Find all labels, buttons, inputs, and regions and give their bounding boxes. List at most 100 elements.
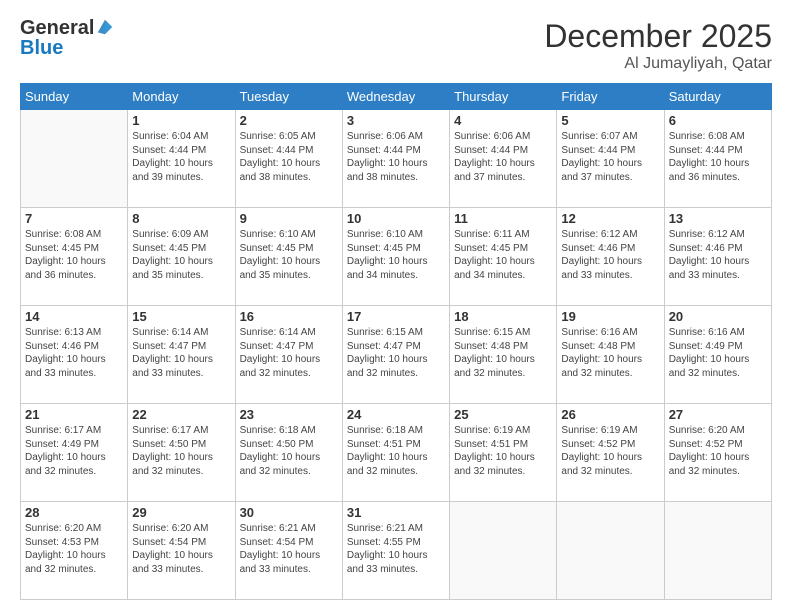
calendar-cell: 16 Sunrise: 6:14 AM Sunset: 4:47 PM Dayli… [235, 306, 342, 404]
day-info: Sunrise: 6:20 AM Sunset: 4:53 PM Dayligh… [25, 522, 123, 576]
day-number: 9 [240, 211, 338, 226]
day-info: Sunrise: 6:15 AM Sunset: 4:48 PM Dayligh… [454, 326, 552, 380]
day-number: 26 [561, 407, 659, 422]
day-number: 31 [347, 505, 445, 520]
day-number: 8 [132, 211, 230, 226]
calendar-cell: 14Sunrise: 6:13 AM Sunset: 4:46 PM Dayli… [21, 306, 128, 404]
day-info: Sunrise: 6:09 AM Sunset: 4:45 PM Dayligh… [132, 228, 230, 282]
weekday-header-row: SundayMondayTuesdayWednesdayThursdayFrid… [21, 84, 772, 110]
day-number: 12 [561, 211, 659, 226]
day-number: 20 [669, 309, 767, 324]
day-number: 15 [132, 309, 230, 324]
day-info: Sunrise: 6:21 AM Sunset: 4:55 PM Dayligh… [347, 522, 445, 576]
calendar-cell: 24Sunrise: 6:18 AM Sunset: 4:51 PM Dayli… [342, 404, 449, 502]
day-number: 28 [25, 505, 123, 520]
calendar-cell: 15 Sunrise: 6:14 AM Sunset: 4:47 PM Dayli… [128, 306, 235, 404]
day-number: 2 [240, 113, 338, 128]
day-info: Sunrise: 6:17 AM Sunset: 4:49 PM Dayligh… [25, 424, 123, 478]
calendar-cell: 6Sunrise: 6:08 AM Sunset: 4:44 PM Daylig… [664, 110, 771, 208]
day-number: 25 [454, 407, 552, 422]
logo-general: General [20, 18, 94, 38]
day-number: 3 [347, 113, 445, 128]
day-number: 30 [240, 505, 338, 520]
weekday-header-friday: Friday [557, 84, 664, 110]
day-number: 24 [347, 407, 445, 422]
day-number: 27 [669, 407, 767, 422]
calendar-cell: 20Sunrise: 6:16 AM Sunset: 4:49 PM Dayli… [664, 306, 771, 404]
page: General Blue December 2025 Al Jumayliyah… [0, 0, 792, 612]
header: General Blue December 2025 Al Jumayliyah… [20, 18, 772, 73]
day-info: Sunrise: 6:07 AM Sunset: 4:44 PM Dayligh… [561, 130, 659, 184]
day-info: Sunrise: 6:16 AM Sunset: 4:48 PM Dayligh… [561, 326, 659, 380]
day-info: Sunrise: 6:19 AM Sunset: 4:52 PM Dayligh… [561, 424, 659, 478]
day-info: Sunrise: 6:10 AM Sunset: 4:45 PM Dayligh… [347, 228, 445, 282]
day-info: Sunrise: 6:15 AM Sunset: 4:47 PM Dayligh… [347, 326, 445, 380]
calendar-cell: 21 Sunrise: 6:17 AM Sunset: 4:49 PM Dayli… [21, 404, 128, 502]
day-info: Sunrise: 6:11 AM Sunset: 4:45 PM Dayligh… [454, 228, 552, 282]
day-number: 5 [561, 113, 659, 128]
day-number: 4 [454, 113, 552, 128]
day-info: Sunrise: 6:06 AM Sunset: 4:44 PM Dayligh… [347, 130, 445, 184]
day-number: 17 [347, 309, 445, 324]
day-number: 6 [669, 113, 767, 128]
day-number: 18 [454, 309, 552, 324]
calendar-week-2: 7Sunrise: 6:08 AM Sunset: 4:45 PM Daylig… [21, 208, 772, 306]
day-info: Sunrise: 6:18 AM Sunset: 4:50 PM Dayligh… [240, 424, 338, 478]
day-info: Sunrise: 6:14 AM Sunset: 4:47 PM Dayligh… [132, 326, 230, 380]
calendar-table: SundayMondayTuesdayWednesdayThursdayFrid… [20, 83, 772, 600]
title-area: December 2025 Al Jumayliyah, Qatar [544, 18, 772, 73]
day-number: 22 [132, 407, 230, 422]
calendar-cell: 22 Sunrise: 6:17 AM Sunset: 4:50 PM Dayli… [128, 404, 235, 502]
calendar-cell: 18 Sunrise: 6:15 AM Sunset: 4:48 PM Dayli… [450, 306, 557, 404]
weekday-header-wednesday: Wednesday [342, 84, 449, 110]
logo-blue: Blue [20, 37, 63, 59]
calendar-cell [450, 502, 557, 600]
day-info: Sunrise: 6:20 AM Sunset: 4:54 PM Dayligh… [132, 522, 230, 576]
day-number: 10 [347, 211, 445, 226]
calendar-cell: 26 Sunrise: 6:19 AM Sunset: 4:52 PM Dayli… [557, 404, 664, 502]
day-number: 29 [132, 505, 230, 520]
weekday-header-tuesday: Tuesday [235, 84, 342, 110]
day-number: 21 [25, 407, 123, 422]
day-info: Sunrise: 6:05 AM Sunset: 4:44 PM Dayligh… [240, 130, 338, 184]
day-info: Sunrise: 6:12 AM Sunset: 4:46 PM Dayligh… [669, 228, 767, 282]
day-info: Sunrise: 6:13 AM Sunset: 4:46 PM Dayligh… [25, 326, 123, 380]
calendar-cell [664, 502, 771, 600]
calendar-cell: 19 Sunrise: 6:16 AM Sunset: 4:48 PM Dayli… [557, 306, 664, 404]
weekday-header-monday: Monday [128, 84, 235, 110]
day-info: Sunrise: 6:14 AM Sunset: 4:47 PM Dayligh… [240, 326, 338, 380]
calendar-cell: 31 Sunrise: 6:21 AM Sunset: 4:55 PM Dayli… [342, 502, 449, 600]
day-info: Sunrise: 6:20 AM Sunset: 4:52 PM Dayligh… [669, 424, 767, 478]
calendar-cell: 13Sunrise: 6:12 AM Sunset: 4:46 PM Dayli… [664, 208, 771, 306]
logo: General Blue [20, 18, 114, 59]
day-info: Sunrise: 6:17 AM Sunset: 4:50 PM Dayligh… [132, 424, 230, 478]
calendar-cell: 8 Sunrise: 6:09 AM Sunset: 4:45 PM Daylig… [128, 208, 235, 306]
calendar-week-5: 28 Sunrise: 6:20 AM Sunset: 4:53 PM Dayli… [21, 502, 772, 600]
calendar-cell: 30 Sunrise: 6:21 AM Sunset: 4:54 PM Dayli… [235, 502, 342, 600]
day-info: Sunrise: 6:19 AM Sunset: 4:51 PM Dayligh… [454, 424, 552, 478]
calendar-week-1: 1Sunrise: 6:04 AM Sunset: 4:44 PM Daylig… [21, 110, 772, 208]
calendar-cell: 23 Sunrise: 6:18 AM Sunset: 4:50 PM Dayli… [235, 404, 342, 502]
location-title: Al Jumayliyah, Qatar [544, 55, 772, 73]
calendar-cell: 4 Sunrise: 6:06 AM Sunset: 4:44 PM Daylig… [450, 110, 557, 208]
day-info: Sunrise: 6:04 AM Sunset: 4:44 PM Dayligh… [132, 130, 230, 184]
calendar-cell [21, 110, 128, 208]
calendar-cell: 7Sunrise: 6:08 AM Sunset: 4:45 PM Daylig… [21, 208, 128, 306]
calendar-cell: 28 Sunrise: 6:20 AM Sunset: 4:53 PM Dayli… [21, 502, 128, 600]
day-info: Sunrise: 6:06 AM Sunset: 4:44 PM Dayligh… [454, 130, 552, 184]
calendar-cell: 3 Sunrise: 6:06 AM Sunset: 4:44 PM Daylig… [342, 110, 449, 208]
day-number: 16 [240, 309, 338, 324]
calendar-cell: 17 Sunrise: 6:15 AM Sunset: 4:47 PM Dayli… [342, 306, 449, 404]
weekday-header-saturday: Saturday [664, 84, 771, 110]
calendar-cell: 1Sunrise: 6:04 AM Sunset: 4:44 PM Daylig… [128, 110, 235, 208]
logo-icon [96, 18, 114, 36]
calendar-cell: 11Sunrise: 6:11 AM Sunset: 4:45 PM Dayli… [450, 208, 557, 306]
day-number: 23 [240, 407, 338, 422]
day-number: 19 [561, 309, 659, 324]
day-info: Sunrise: 6:10 AM Sunset: 4:45 PM Dayligh… [240, 228, 338, 282]
month-title: December 2025 [544, 18, 772, 55]
calendar-week-3: 14Sunrise: 6:13 AM Sunset: 4:46 PM Dayli… [21, 306, 772, 404]
calendar-week-4: 21 Sunrise: 6:17 AM Sunset: 4:49 PM Dayli… [21, 404, 772, 502]
day-info: Sunrise: 6:21 AM Sunset: 4:54 PM Dayligh… [240, 522, 338, 576]
calendar-cell: 5 Sunrise: 6:07 AM Sunset: 4:44 PM Daylig… [557, 110, 664, 208]
